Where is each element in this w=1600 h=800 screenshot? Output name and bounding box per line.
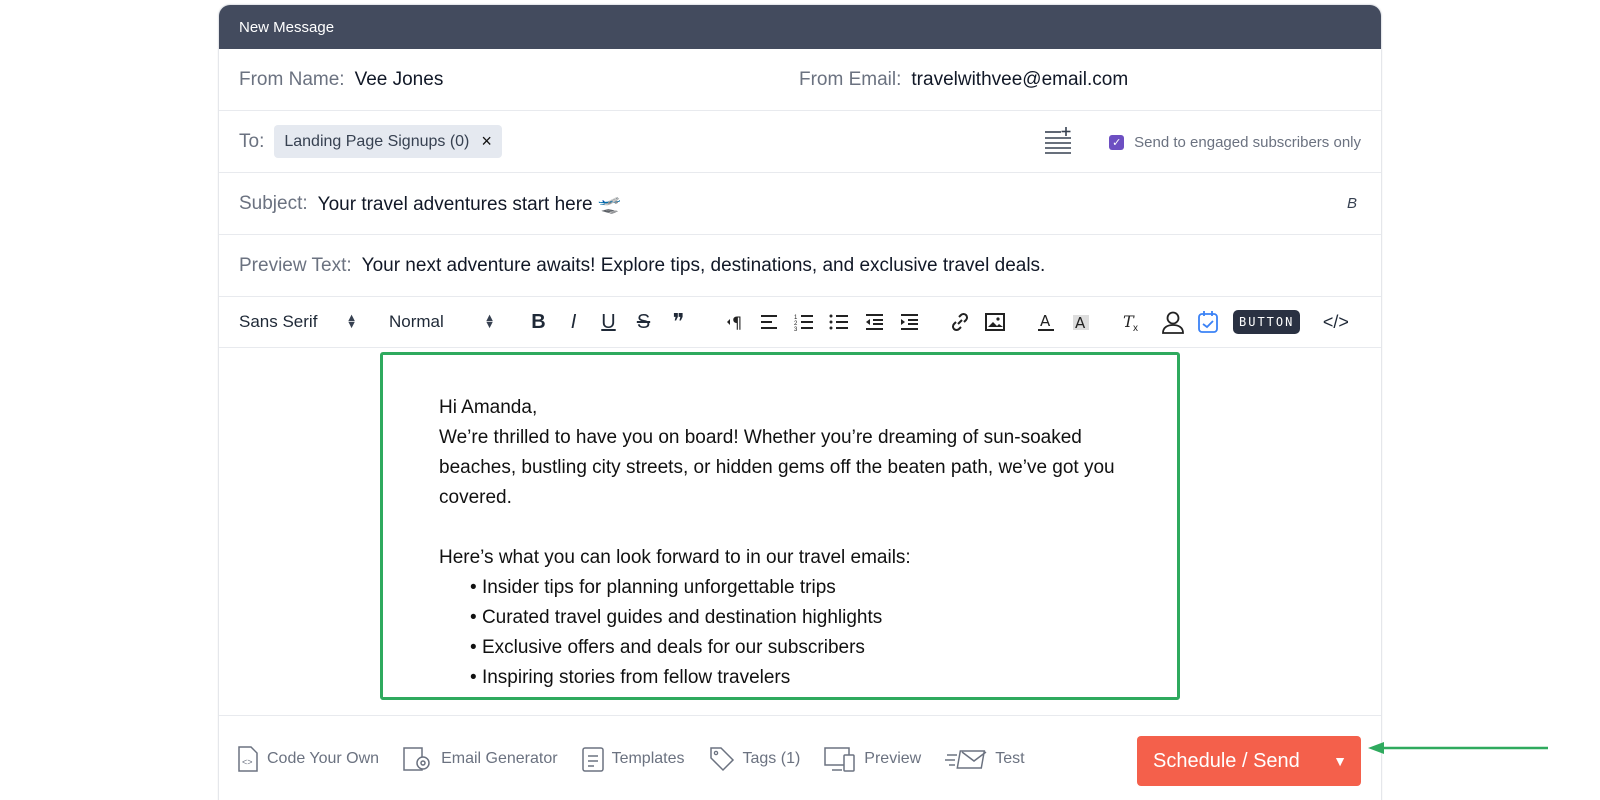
code-your-own-button[interactable]: <> Code Your Own bbox=[237, 745, 380, 772]
preview-button[interactable]: Preview bbox=[824, 746, 921, 772]
code-view-button[interactable]: </> bbox=[1318, 307, 1353, 337]
window-title: New Message bbox=[219, 5, 1381, 49]
calendar-icon[interactable] bbox=[1190, 307, 1225, 337]
list-item: Inspiring stories from fellow travelers bbox=[470, 663, 1145, 693]
image-icon[interactable] bbox=[977, 307, 1012, 337]
templates-button[interactable]: Templates bbox=[581, 746, 685, 772]
remove-recipient-icon[interactable]: × bbox=[481, 131, 492, 152]
schedule-send-button[interactable]: Schedule / Send ▼ bbox=[1137, 736, 1361, 786]
test-label: Test bbox=[995, 749, 1025, 767]
indent-icon[interactable] bbox=[891, 307, 926, 337]
background-color-icon[interactable]: A bbox=[1063, 307, 1098, 337]
code-your-own-label: Code Your Own bbox=[267, 749, 380, 767]
outdent-icon[interactable] bbox=[856, 307, 891, 337]
engaged-checkbox[interactable]: ✓ bbox=[1109, 134, 1125, 150]
blockquote-button[interactable]: ❞ bbox=[661, 307, 696, 337]
font-size-value: Normal bbox=[389, 312, 444, 331]
engaged-label: Send to engaged subscribers only bbox=[1134, 133, 1361, 151]
to-tools: ✓ Send to engaged subscribers only bbox=[1043, 111, 1361, 173]
ordered-list-icon[interactable]: 123 bbox=[786, 307, 821, 337]
text-direction-icon[interactable]: ¶ bbox=[716, 307, 751, 337]
list-item: Exclusive offers and deals for our subsc… bbox=[470, 633, 1145, 663]
preview-label: Preview bbox=[864, 749, 922, 767]
svg-text:A: A bbox=[1040, 312, 1051, 330]
bottom-bar: <> Code Your Own Email Generator Templat… bbox=[219, 715, 1381, 800]
email-generator-button[interactable]: Email Generator bbox=[403, 745, 558, 773]
list-item: Insider tips for planning unforgettable … bbox=[470, 573, 1145, 603]
from-email-group: From Email: travelwithvee@email.com bbox=[799, 49, 1128, 111]
svg-text:3: 3 bbox=[794, 327, 798, 331]
personalize-icon[interactable] bbox=[1155, 307, 1190, 337]
editor-area[interactable]: Hi Amanda, We’re thrilled to have you on… bbox=[219, 348, 1381, 708]
add-list-icon[interactable] bbox=[1043, 126, 1073, 158]
font-family-value: Sans Serif bbox=[239, 312, 318, 331]
send-test-icon bbox=[945, 749, 987, 769]
email-body[interactable]: Hi Amanda, We’re thrilled to have you on… bbox=[380, 352, 1180, 700]
bullet-list-icon[interactable] bbox=[821, 307, 856, 337]
from-email-field[interactable]: travelwithvee@email.com bbox=[911, 69, 1128, 91]
preview-text-label: Preview Text: bbox=[239, 254, 352, 276]
subject-row: Subject: Your travel adventures start he… bbox=[219, 173, 1381, 235]
italic-button[interactable]: I bbox=[556, 307, 591, 337]
from-name-field[interactable]: Vee Jones bbox=[355, 69, 444, 91]
format-toolbar: Sans Serif ▲ ▼ Normal ▲ ▼ B I U S ❞ ¶ 123 … bbox=[219, 297, 1381, 348]
font-size-select[interactable]: Normal ▲ ▼ bbox=[389, 312, 495, 332]
recipient-chip[interactable]: Landing Page Signups (0) × bbox=[274, 125, 502, 158]
subject-label: Subject: bbox=[239, 192, 308, 214]
intro-paragraph: We’re thrilled to have you on board! Whe… bbox=[439, 427, 1115, 508]
tags-label: Tags (1) bbox=[742, 749, 801, 767]
text-color-icon[interactable]: A bbox=[1028, 307, 1063, 337]
greeting-text: Hi Amanda, bbox=[439, 397, 538, 418]
test-button[interactable]: Test bbox=[945, 747, 1025, 771]
templates-label: Templates bbox=[611, 749, 685, 767]
preview-text-field[interactable]: Your next adventure awaits! Explore tips… bbox=[362, 255, 1046, 277]
templates-icon bbox=[581, 746, 604, 772]
svg-text:¶: ¶ bbox=[732, 313, 742, 331]
recipient-chip-label: Landing Page Signups (0) bbox=[284, 132, 470, 150]
send-options-chevron-down-icon[interactable]: ▼ bbox=[1319, 736, 1361, 786]
font-family-select[interactable]: Sans Serif ▲ ▼ bbox=[239, 312, 357, 332]
to-row: To: Landing Page Signups (0) × ✓ Send to… bbox=[219, 111, 1381, 173]
svg-text:x: x bbox=[1133, 323, 1138, 332]
svg-text:A: A bbox=[1075, 314, 1086, 332]
schedule-send-label: Schedule / Send bbox=[1153, 749, 1300, 772]
underline-button[interactable]: U bbox=[591, 307, 626, 337]
svg-text:<>: <> bbox=[242, 757, 253, 767]
code-file-icon: <> bbox=[238, 745, 258, 772]
bold-button[interactable]: B bbox=[521, 307, 556, 337]
lead-text: Here’s what you can look forward to in o… bbox=[439, 547, 911, 568]
tag-icon bbox=[709, 746, 734, 771]
insert-button-button[interactable]: BUTTON bbox=[1233, 310, 1301, 334]
benefits-list: Insider tips for planning unforgettable … bbox=[439, 573, 1145, 693]
message-composer: New Message From Name: Vee Jones From Em… bbox=[218, 4, 1382, 800]
email-generator-label: Email Generator bbox=[441, 749, 558, 767]
generator-gear-icon bbox=[403, 746, 430, 771]
select-arrows-icon: ▲ ▼ bbox=[484, 312, 495, 331]
to-label: To: bbox=[239, 130, 265, 152]
subject-format-marker[interactable]: B bbox=[1347, 195, 1357, 212]
preview-text-row: Preview Text: Your next adventure awaits… bbox=[219, 235, 1381, 297]
list-item: Curated travel guides and destination hi… bbox=[470, 603, 1145, 633]
annotation-arrow bbox=[1368, 742, 1548, 754]
tags-button[interactable]: Tags (1) bbox=[709, 746, 801, 772]
from-name-label: From Name: bbox=[239, 68, 345, 90]
clear-format-icon[interactable]: Tx bbox=[1114, 307, 1149, 337]
link-icon[interactable] bbox=[942, 307, 977, 337]
select-arrows-icon: ▲ ▼ bbox=[346, 312, 357, 331]
align-left-icon[interactable] bbox=[751, 307, 786, 337]
subject-field[interactable]: Your travel adventures start here 🛫 bbox=[318, 192, 622, 216]
devices-icon bbox=[824, 746, 856, 772]
from-email-label: From Email: bbox=[799, 69, 902, 90]
strikethrough-button[interactable]: S bbox=[626, 307, 661, 337]
from-row: From Name: Vee Jones From Email: travelw… bbox=[219, 49, 1381, 111]
